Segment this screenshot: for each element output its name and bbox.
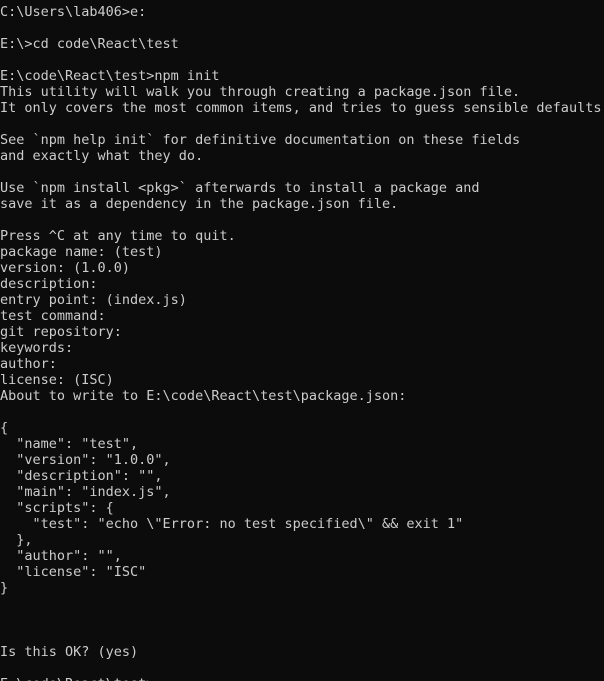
terminal-line: About to write to E:\code\React\test\pac… (0, 388, 407, 404)
terminal-output-buffer: C:\Users\lab406>e: E:\>cd code\React\tes… (0, 4, 604, 681)
terminal-line: save it as a dependency in the package.j… (0, 196, 399, 212)
terminal-line: keywords: (0, 340, 74, 356)
terminal-line: E:\code\React\test>npm init (0, 68, 220, 84)
terminal-line: "main": "index.js", (0, 484, 171, 500)
terminal-prompt-line[interactable]: E:\code\React\test> (0, 676, 604, 681)
terminal-line: version: (1.0.0) (0, 260, 131, 276)
terminal-line: Is this OK? (yes) (0, 644, 139, 660)
terminal-line: E:\>cd code\React\test (0, 36, 179, 52)
terminal-line: "scripts": { (0, 500, 114, 516)
terminal-line: Press ^C at any time to quit. (0, 228, 236, 244)
terminal-line: { (0, 420, 9, 436)
terminal-line: "test": "echo \"Error: no test specified… (0, 516, 464, 532)
terminal-line: "version": "1.0.0", (0, 452, 171, 468)
terminal-line: This utility will walk you through creat… (0, 84, 521, 100)
terminal-line: and exactly what they do. (0, 148, 204, 164)
terminal-line: "description": "", (0, 468, 163, 484)
terminal-line: test command: (0, 308, 106, 324)
terminal-line: license: (ISC) (0, 372, 114, 388)
terminal-line: "name": "test", (0, 436, 139, 452)
terminal-line: description: (0, 276, 98, 292)
prompt-path: E:\code\React\test> (0, 676, 154, 681)
terminal-line: entry point: (index.js) (0, 292, 187, 308)
terminal-line: It only covers the most common items, an… (0, 100, 604, 116)
terminal-window[interactable]: C:\Users\lab406>e: E:\>cd code\React\tes… (0, 0, 604, 681)
terminal-line: C:\Users\lab406>e: (0, 4, 147, 20)
terminal-line: See `npm help init` for definitive docum… (0, 132, 521, 148)
terminal-line: "license": "ISC" (0, 564, 147, 580)
terminal-line: git repository: (0, 324, 122, 340)
terminal-line: "author": "", (0, 548, 122, 564)
terminal-line: }, (0, 532, 33, 548)
terminal-line: author: (0, 356, 57, 372)
terminal-line: } (0, 580, 9, 596)
terminal-line: Use `npm install <pkg>` afterwards to in… (0, 180, 480, 196)
terminal-line: package name: (test) (0, 244, 163, 260)
